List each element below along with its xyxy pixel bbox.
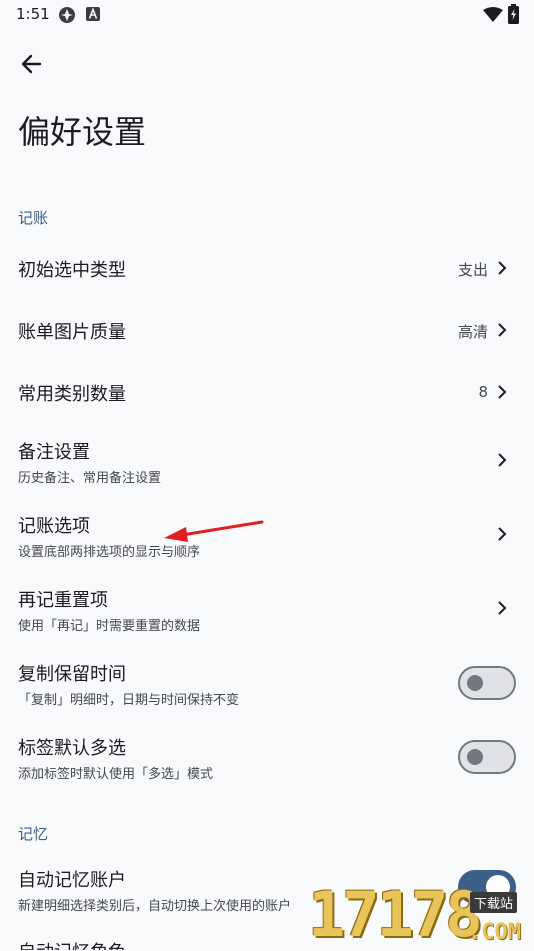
annotation-arrow-icon [164, 520, 264, 542]
tag-multi-select-toggle[interactable] [458, 740, 516, 774]
app-icon-1 [59, 7, 75, 23]
copy-retain-time-toggle[interactable] [458, 666, 516, 700]
chevron-right-icon [498, 323, 507, 337]
pref-note-settings[interactable]: 备注设置 历史备注、常用备注设置 [0, 424, 534, 494]
toggle-knob [467, 749, 483, 765]
pref-subtitle: 使用「再记」时需要重置的数据 [18, 619, 201, 634]
pref-title: 自动记忆账户 [18, 870, 126, 891]
pref-value: 支出 [457, 261, 488, 279]
pref-value: 8 [478, 383, 488, 401]
chevron-right-icon [498, 453, 507, 467]
chevron-right-icon [498, 527, 507, 541]
pref-copy-retain-time[interactable]: 复制保留时间 「复制」明细时，日期与时间保持不变 [0, 646, 534, 716]
watermark-number: 17178 [308, 878, 483, 951]
arrow-back-icon [21, 54, 42, 74]
pref-title: 标签默认多选 [18, 738, 126, 759]
back-button[interactable] [14, 46, 50, 82]
pref-title: 再记重置项 [18, 590, 108, 611]
pref-reset-items[interactable]: 再记重置项 使用「再记」时需要重置的数据 [0, 572, 534, 642]
section-header-bookkeeping: 记账 [18, 209, 49, 227]
pref-title: 初始选中类型 [18, 260, 126, 281]
pref-subtitle: 历史备注、常用备注设置 [18, 471, 162, 486]
wifi-icon [483, 7, 503, 22]
page-title: 偏好设置 [18, 113, 147, 151]
toggle-knob [467, 675, 483, 691]
pref-bookkeeping-options[interactable]: 记账选项 设置底部两排选项的显示与顺序 [0, 498, 534, 568]
pref-image-quality[interactable]: 账单图片质量 高清 [0, 300, 534, 360]
pref-title: 备注设置 [18, 442, 90, 463]
chevron-right-icon [498, 261, 507, 275]
app-icon-a [86, 7, 100, 21]
pref-title: 账单图片质量 [18, 322, 126, 343]
pref-subtitle: 添加标签时默认使用「多选」模式 [18, 767, 214, 782]
watermark-badge: 下载站 [470, 892, 518, 913]
watermark-logo: 17178 下载站 .COM [308, 880, 534, 950]
chevron-right-icon [498, 385, 507, 399]
pref-title: 记账选项 [18, 516, 90, 537]
watermark-domain: .COM [468, 920, 521, 945]
battery-charging-icon [508, 4, 519, 24]
pref-title: 复制保留时间 [18, 664, 126, 685]
chevron-right-icon [498, 601, 507, 615]
pref-category-count[interactable]: 常用类别数量 8 [0, 362, 534, 422]
pref-initial-type[interactable]: 初始选中类型 支出 [0, 238, 534, 298]
pref-value: 高清 [457, 323, 488, 341]
pref-subtitle: 「复制」明细时，日期与时间保持不变 [18, 693, 240, 708]
status-bar: 1:51 [0, 0, 534, 30]
section-header-memory: 记忆 [18, 825, 49, 843]
status-time: 1:51 [16, 5, 50, 23]
pref-title: 常用类别数量 [18, 384, 126, 405]
pref-tag-multi-select[interactable]: 标签默认多选 添加标签时默认使用「多选」模式 [0, 720, 534, 790]
pref-title: 自动记忆角色 [18, 938, 126, 950]
pref-subtitle: 新建明细选择类别后，自动切换上次使用的账户 [18, 899, 292, 914]
